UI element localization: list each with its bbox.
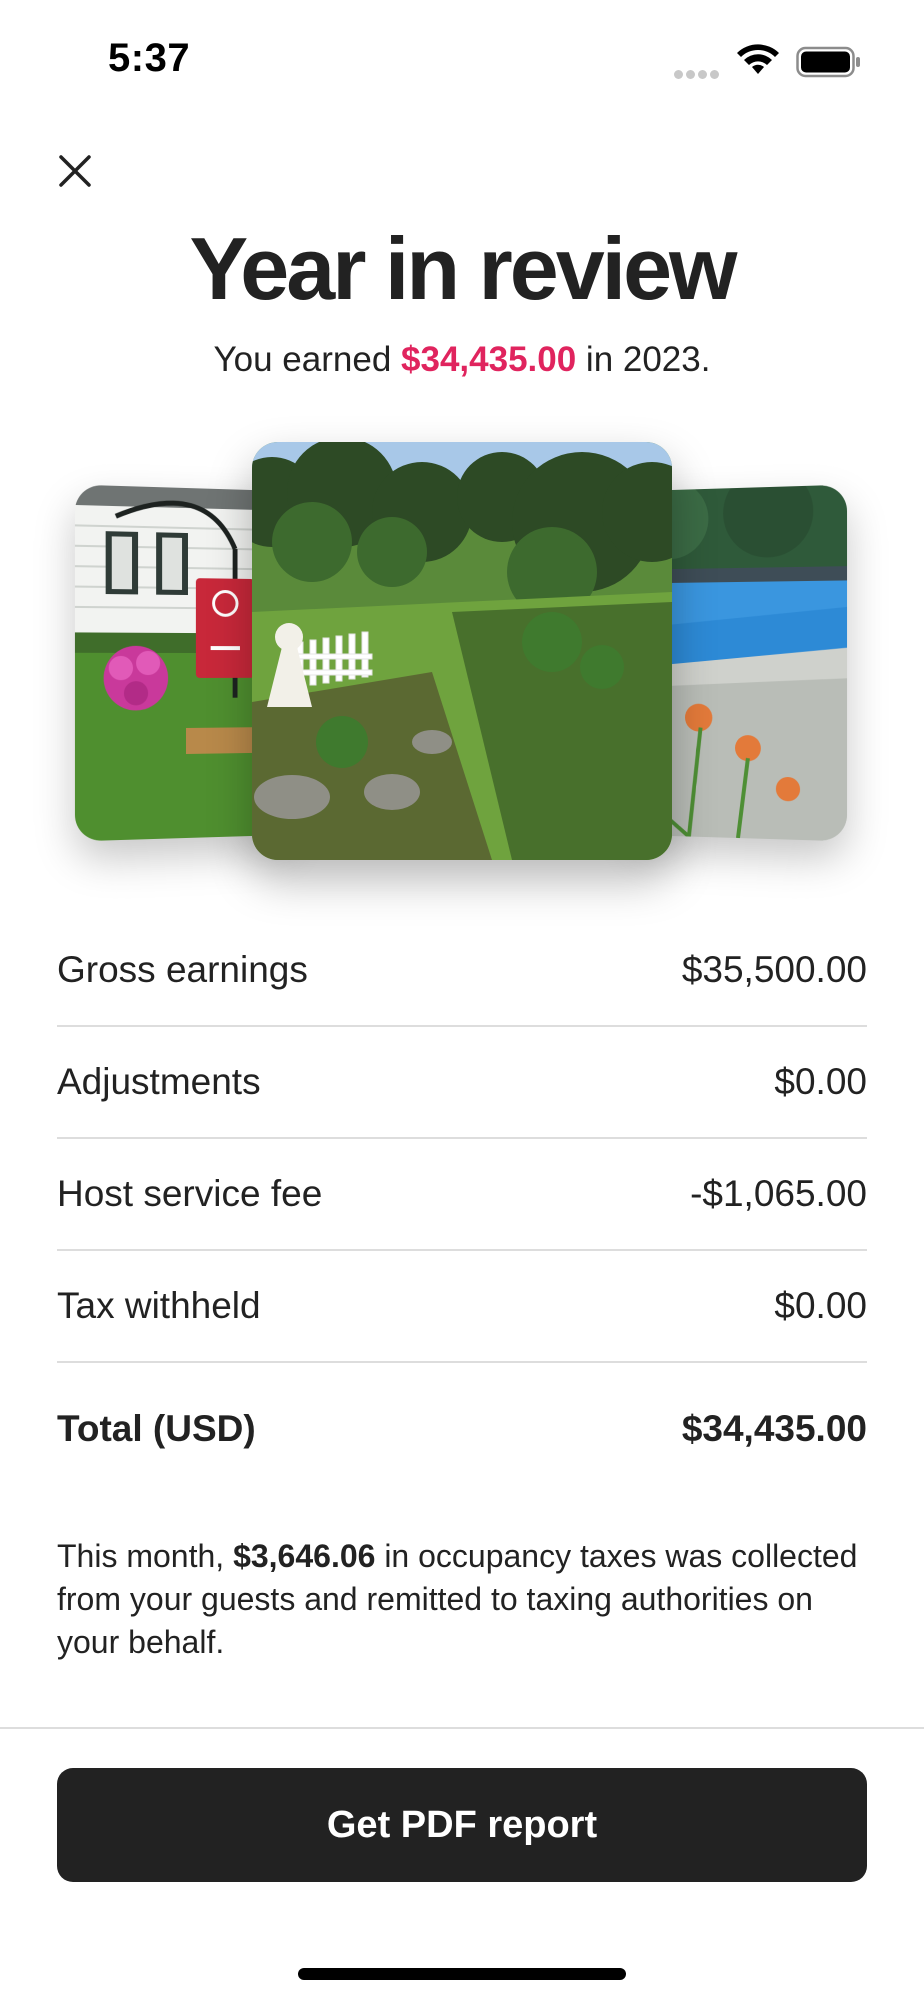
earnings-row-tax-withheld: Tax withheld $0.00 bbox=[57, 1251, 867, 1363]
status-time: 5:37 bbox=[108, 36, 191, 80]
row-label: Tax withheld bbox=[57, 1285, 261, 1326]
signal-icon bbox=[674, 66, 722, 79]
row-value: -$1,065.00 bbox=[690, 1173, 867, 1214]
earnings-row-host-service-fee: Host service fee -$1,065.00 bbox=[57, 1139, 867, 1251]
earnings-row-total: Total (USD) $34,435.00 bbox=[57, 1363, 867, 1495]
page-title: Year in review bbox=[189, 219, 737, 318]
total-label: Total (USD) bbox=[57, 1408, 256, 1449]
photo-card-garden[interactable] bbox=[252, 442, 672, 860]
home-indicator[interactable] bbox=[298, 1968, 626, 1980]
battery-icon bbox=[796, 46, 862, 78]
earnings-row-gross: Gross earnings $35,500.00 bbox=[57, 915, 867, 1027]
subtitle-suffix: in 2023. bbox=[576, 340, 711, 379]
occupancy-tax-note: This month, $3,646.06 in occupancy taxes… bbox=[57, 1535, 867, 1664]
row-value: $0.00 bbox=[774, 1285, 867, 1326]
note-amount: $3,646.06 bbox=[233, 1538, 376, 1574]
row-label: Gross earnings bbox=[57, 949, 308, 990]
status-bar: 5:37 bbox=[0, 0, 924, 120]
close-button[interactable] bbox=[52, 148, 98, 194]
earnings-breakdown: Gross earnings $35,500.00 Adjustments $0… bbox=[57, 915, 867, 1495]
note-prefix: This month, bbox=[57, 1538, 234, 1574]
listing-photos-carousel[interactable] bbox=[0, 430, 924, 870]
row-label: Adjustments bbox=[57, 1061, 261, 1102]
total-value: $34,435.00 bbox=[681, 1408, 867, 1449]
earnings-summary: You earned $34,435.00 in 2023. bbox=[0, 340, 924, 380]
subtitle-prefix: You earned bbox=[213, 340, 402, 379]
get-pdf-report-button[interactable]: Get PDF report bbox=[57, 1768, 867, 1882]
earnings-row-adjustments: Adjustments $0.00 bbox=[57, 1027, 867, 1139]
garden-lawn-photo bbox=[252, 442, 672, 860]
row-value: $35,500.00 bbox=[681, 949, 867, 990]
subtitle-amount: $34,435.00 bbox=[401, 340, 577, 379]
row-label: Host service fee bbox=[57, 1173, 323, 1214]
close-icon bbox=[59, 155, 91, 187]
row-value: $0.00 bbox=[774, 1061, 867, 1102]
wifi-icon bbox=[736, 44, 780, 78]
footer-divider bbox=[0, 1727, 924, 1729]
